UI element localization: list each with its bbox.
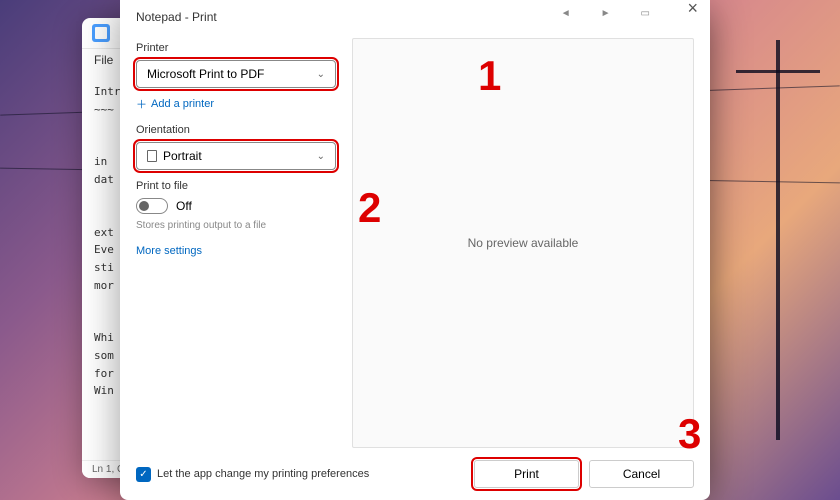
add-printer-link[interactable]: ＋ Add a printer bbox=[136, 94, 336, 114]
print-dialog: Notepad - Print ◄ ► ▭ × Printer Microsof… bbox=[120, 0, 710, 500]
close-icon[interactable]: × bbox=[687, 0, 698, 19]
dialog-title: Notepad - Print bbox=[136, 10, 217, 24]
printer-value: Microsoft Print to PDF bbox=[147, 67, 264, 81]
more-settings-link[interactable]: More settings bbox=[136, 243, 336, 259]
nav-next-icon[interactable]: ► bbox=[601, 8, 611, 19]
print-to-file-label: Print to file bbox=[136, 180, 336, 192]
printer-select[interactable]: Microsoft Print to PDF ⌄ bbox=[136, 60, 336, 88]
orientation-label: Orientation bbox=[136, 124, 336, 136]
print-options-panel: Printer Microsoft Print to PDF ⌄ ＋ Add a… bbox=[136, 38, 336, 448]
printer-label: Printer bbox=[136, 42, 336, 54]
preview-empty-text: No preview available bbox=[468, 236, 579, 250]
print-preview-area: No preview available bbox=[352, 38, 694, 448]
orientation-select[interactable]: Portrait ⌄ bbox=[136, 142, 336, 170]
nav-prev-icon[interactable]: ◄ bbox=[561, 8, 571, 19]
chevron-down-icon: ⌄ bbox=[317, 69, 325, 80]
toggle-state-text: Off bbox=[176, 199, 192, 213]
cancel-button[interactable]: Cancel bbox=[589, 460, 694, 488]
nav-pages-icon[interactable]: ▭ bbox=[641, 8, 650, 19]
plus-icon: ＋ bbox=[136, 96, 147, 112]
preferences-checkbox[interactable]: ✓ bbox=[136, 467, 151, 482]
notepad-app-icon bbox=[92, 24, 110, 42]
print-button[interactable]: Print bbox=[474, 460, 579, 488]
preferences-label: Let the app change my printing preferenc… bbox=[157, 468, 369, 480]
print-to-file-toggle[interactable] bbox=[136, 198, 168, 214]
orientation-value: Portrait bbox=[163, 149, 202, 163]
print-to-file-hint: Stores printing output to a file bbox=[136, 220, 336, 231]
chevron-down-icon: ⌄ bbox=[317, 151, 325, 162]
page-portrait-icon bbox=[147, 150, 157, 162]
